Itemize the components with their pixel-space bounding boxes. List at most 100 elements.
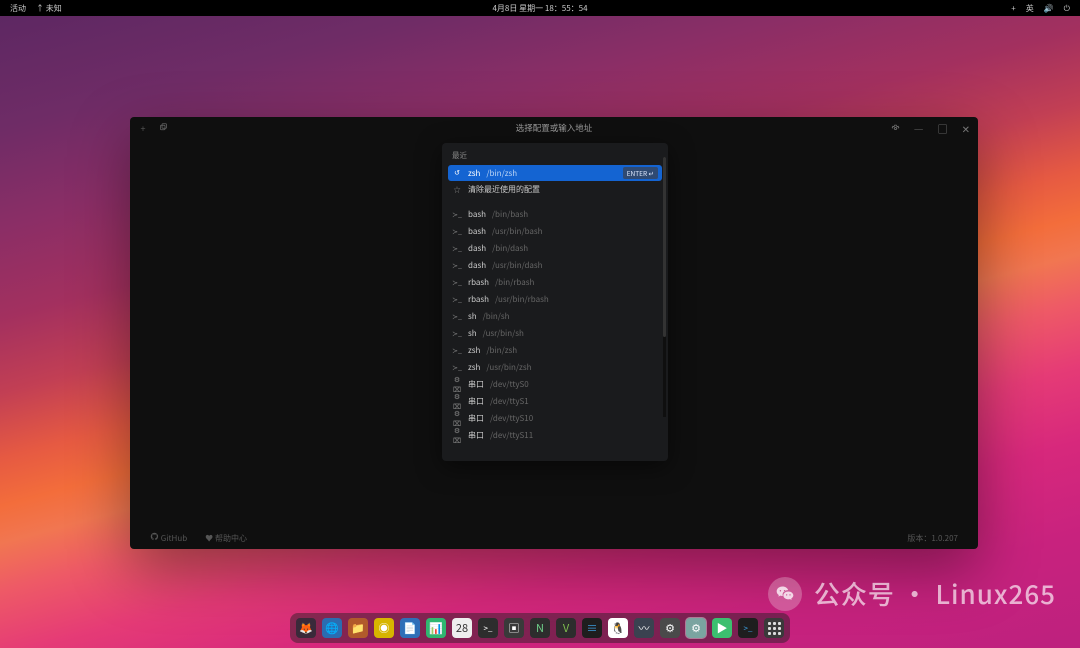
tabs-icon[interactable] <box>158 122 168 135</box>
profile-path: /usr/bin/zsh <box>486 362 531 373</box>
watermark: 公众号 · Linux265 <box>768 575 1056 612</box>
profile-name: 串口 <box>468 430 484 441</box>
dock-app-vscode[interactable]: ≡ <box>582 618 602 638</box>
dock-app-run[interactable]: ▶ <box>712 618 732 638</box>
profile-name: dash <box>468 243 486 254</box>
dock-app-firefox[interactable]: 🦊 <box>296 618 316 638</box>
profile-name: 串口 <box>468 379 484 390</box>
wechat-icon <box>768 577 802 611</box>
minimize-button[interactable]: ― <box>914 121 924 136</box>
profile-path: /dev/ttyS10 <box>490 413 533 424</box>
profile-item[interactable]: ≻_ rbash/bin/rbash <box>442 274 668 291</box>
profile-name: zsh <box>468 168 480 179</box>
dock-app-chromium[interactable]: 🌐 <box>322 618 342 638</box>
new-tab-button[interactable]: + <box>138 122 148 135</box>
profile-item[interactable]: ≻_bash/bin/bash <box>442 206 668 223</box>
profile-name: 清除最近使用的配置 <box>468 184 540 195</box>
prompt-icon: ≻_ <box>452 295 462 305</box>
profile-item[interactable]: ≻_ zsh/usr/bin/zsh <box>442 359 668 376</box>
indicator-add-icon[interactable]: + <box>1011 3 1015 14</box>
settings-icon[interactable] <box>891 121 900 136</box>
dock-app-gvim[interactable]: V <box>556 618 576 638</box>
prompt-icon: ≻_ <box>452 346 462 356</box>
dock: 🦊 🌐 📁 ◉ 📄 📊 28 >_ ▣ NV ≡ 🐧 〰 ⚙ ⚙ ▶ >_ <box>290 613 790 643</box>
dock-app-konsole[interactable]: ▣ <box>504 618 524 638</box>
profile-path: /usr/bin/sh <box>483 328 524 339</box>
profile-path: /bin/zsh <box>486 168 517 179</box>
window-title: 选择配置或输入地址 <box>516 122 593 134</box>
profile-item[interactable]: ≻_zsh/bin/zsh <box>442 342 668 359</box>
profile-name: sh <box>468 311 477 322</box>
profile-item[interactable]: ⚙ ⌧串口/dev/ttyS11 <box>442 427 668 444</box>
profile-item[interactable]: ⚙ ⌧串口/dev/ttyS1 <box>442 393 668 410</box>
dock-app-calendar[interactable]: 28 <box>452 618 472 638</box>
volume-icon[interactable]: 🔊 <box>1044 3 1054 14</box>
prompt-icon: ≻_ <box>452 329 462 339</box>
profile-item[interactable]: ≻_ rbash/usr/bin/rbash <box>442 291 668 308</box>
close-button[interactable]: ✕ <box>962 121 970 136</box>
profile-item-recent[interactable]: ☆ 清除最近使用的配置 <box>442 181 668 198</box>
scrollbar[interactable] <box>663 157 666 417</box>
profile-name: zsh <box>468 345 480 356</box>
profile-item[interactable]: ≻_ sh/usr/bin/sh <box>442 325 668 342</box>
prompt-icon: ≻_ <box>452 261 462 271</box>
window-body: 最近 ↺zsh/bin/zshENTER ↵☆清除最近使用的配置 ≻_bash/… <box>130 139 978 527</box>
input-method-indicator[interactable]: 英 <box>1026 3 1034 14</box>
dock-app-music[interactable]: ◉ <box>374 618 394 638</box>
profile-path: /usr/bin/bash <box>492 226 543 237</box>
gnome-topbar: 活动 ↑ 未知 4月8日 星期一 18：55：54 + 英 🔊 ⏻ <box>0 0 1080 16</box>
dock-app-neovim[interactable]: N <box>530 618 550 638</box>
watermark-text: 公众号 · Linux265 <box>814 575 1056 612</box>
profile-path: /bin/rbash <box>495 277 534 288</box>
profile-item-selected[interactable]: ↺zsh/bin/zshENTER ↵ <box>448 165 662 181</box>
profile-name: 串口 <box>468 413 484 424</box>
activities-button[interactable]: 活动 <box>10 3 26 14</box>
dock-app-terminal[interactable]: >_ <box>478 618 498 638</box>
profile-item[interactable]: ≻_sh/bin/sh <box>442 308 668 325</box>
profile-item[interactable]: ≻_dash/usr/bin/dash <box>442 257 668 274</box>
help-link[interactable]: ♥ 帮助中心 <box>205 533 247 544</box>
dock-app-writer[interactable]: 📄 <box>400 618 420 638</box>
window-footer: GitHub ♥ 帮助中心 版本：1.0.207 <box>130 527 978 549</box>
show-apps-button[interactable] <box>764 618 784 638</box>
recent-section-label: 最近 <box>442 143 668 165</box>
maximize-button[interactable]: □ <box>938 121 948 136</box>
dock-app-terminal2[interactable]: >_ <box>738 618 758 638</box>
profile-path: /usr/bin/rbash <box>495 294 549 305</box>
dock-app-files[interactable]: 📁 <box>348 618 368 638</box>
profile-name: sh <box>468 328 477 339</box>
github-link[interactable]: GitHub <box>150 532 187 544</box>
app-menu[interactable]: ↑ 未知 <box>36 3 62 14</box>
profile-path: /bin/dash <box>492 243 528 254</box>
dock-app-qq[interactable]: 🐧 <box>608 618 628 638</box>
dock-app-settings[interactable]: ⚙ <box>660 618 680 638</box>
profile-name: rbash <box>468 294 489 305</box>
enter-badge: ENTER ↵ <box>623 167 658 179</box>
profile-path: /bin/bash <box>492 209 528 220</box>
clock[interactable]: 4月8日 星期一 18：55：54 <box>492 3 587 14</box>
version-label: 版本：1.0.207 <box>907 533 958 544</box>
star-icon: ☆ <box>452 185 462 195</box>
profile-picker-dropdown: 最近 ↺zsh/bin/zshENTER ↵☆清除最近使用的配置 ≻_bash/… <box>442 143 668 461</box>
profile-item[interactable]: ≻_ dash/bin/dash <box>442 240 668 257</box>
prompt-icon: ≻_ <box>452 227 462 237</box>
profile-path: /dev/ttyS1 <box>490 396 529 407</box>
prompt-icon: ≻_ <box>452 244 462 254</box>
profile-item[interactable]: ⚙ ⌧串口/dev/ttyS0 <box>442 376 668 393</box>
dock-app-monitor[interactable]: 〰 <box>634 618 654 638</box>
power-icon[interactable]: ⏻ <box>1064 3 1070 14</box>
prompt-icon: ≻_ <box>452 363 462 373</box>
terminal-app-window: + 选择配置或输入地址 ― □ ✕ 最近 ↺zsh/bin/zshENTER ↵… <box>130 117 978 549</box>
prompt-icon: ≻_ <box>452 210 462 220</box>
profile-item[interactable]: ⚙ ⌧串口/dev/ttyS10 <box>442 410 668 427</box>
dock-app-calc[interactable]: 📊 <box>426 618 446 638</box>
prompt-icon: ≻_ <box>452 278 462 288</box>
profile-name: 串口 <box>468 396 484 407</box>
profile-name: rbash <box>468 277 489 288</box>
profile-name: zsh <box>468 362 480 373</box>
profile-path: /dev/ttyS0 <box>490 379 529 390</box>
profile-item[interactable]: ≻_bash/usr/bin/bash <box>442 223 668 240</box>
serial-icon: ⚙ ⌧ <box>452 426 462 446</box>
dock-app-settings2[interactable]: ⚙ <box>686 618 706 638</box>
prompt-icon: ≻_ <box>452 312 462 322</box>
